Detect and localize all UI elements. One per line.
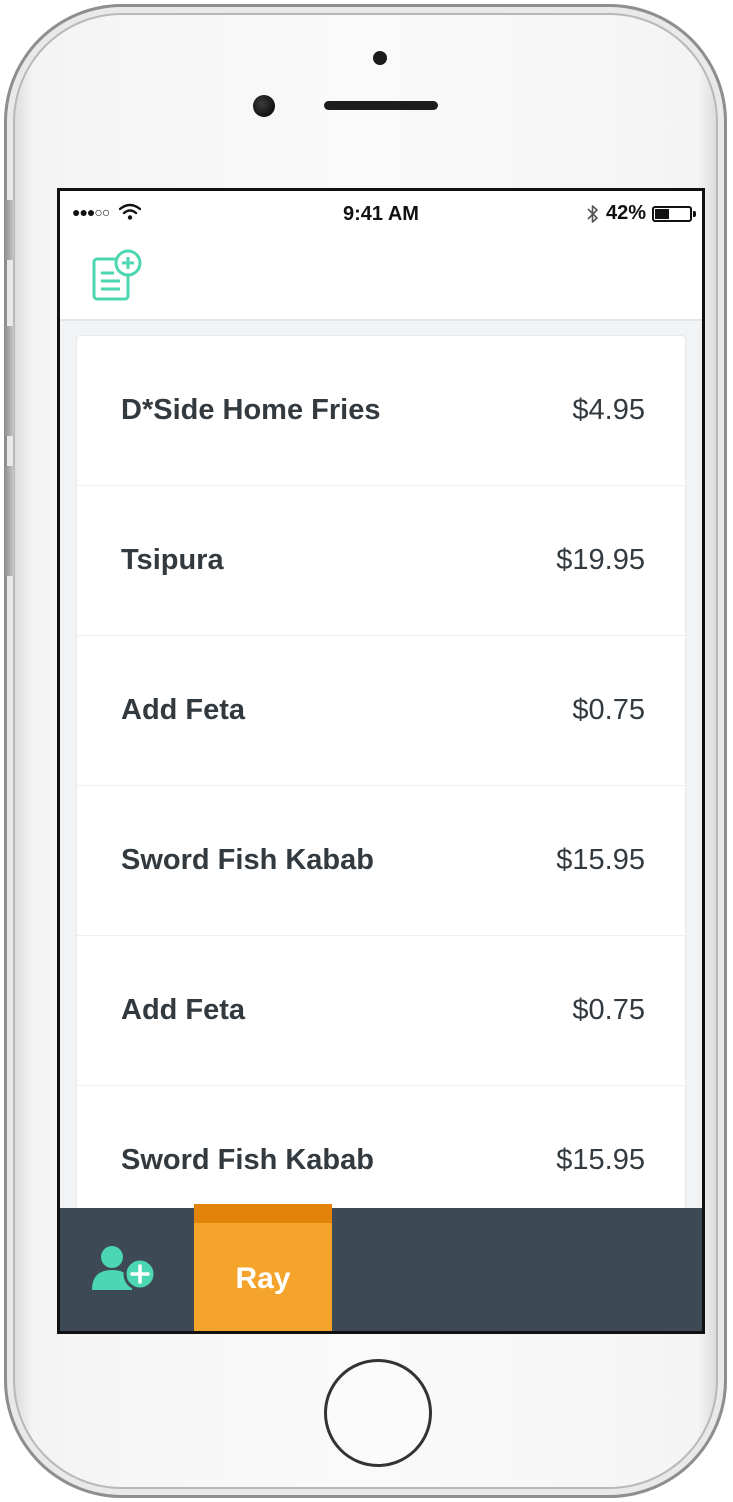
battery-percent: 42% — [605, 202, 646, 224]
list-item[interactable]: D*Side Home Fries $4.95 — [77, 336, 685, 486]
item-price: $0.75 — [572, 694, 645, 726]
user-plus-icon[interactable] — [90, 1244, 160, 1294]
earpiece-speaker — [324, 101, 438, 110]
document-plus-icon[interactable] — [90, 249, 146, 305]
item-price: $19.95 — [556, 544, 645, 576]
home-button[interactable] — [324, 1359, 432, 1467]
tab-label: Ray — [235, 1261, 291, 1295]
list-item[interactable]: Add Feta $0.75 — [77, 936, 685, 1086]
battery-level — [655, 208, 669, 219]
front-camera — [253, 95, 275, 117]
volume-down-button — [4, 466, 14, 576]
item-name: Sword Fish Kabab — [121, 844, 374, 876]
list-item[interactable]: Tsipura $19.95 — [77, 486, 685, 636]
volume-up-button — [4, 326, 14, 436]
mute-switch — [4, 200, 14, 260]
tab-ray[interactable]: Ray — [194, 1204, 332, 1331]
item-price: $4.95 — [572, 394, 645, 426]
item-name: Tsipura — [121, 544, 224, 576]
item-price: $15.95 — [556, 844, 645, 876]
item-name: Add Feta — [121, 694, 246, 726]
proximity-sensor — [373, 51, 387, 65]
status-bar: ●●●○○ 9:41 AM 42% — [60, 191, 702, 239]
bottom-tab-bar: Ray — [60, 1204, 702, 1331]
list-item[interactable]: Sword Fish Kabab $15.95 — [77, 786, 685, 936]
item-name: Sword Fish Kabab — [121, 1144, 374, 1176]
list-item[interactable]: Add Feta $0.75 — [77, 636, 685, 786]
item-name: Add Feta — [121, 994, 246, 1026]
phone-frame: ●●●○○ 9:41 AM 42% D*Side Home Fries $4.9… — [4, 4, 727, 1498]
item-price: $0.75 — [572, 994, 645, 1026]
battery-tip — [693, 210, 696, 217]
battery-icon — [652, 205, 696, 222]
nav-bar — [60, 239, 702, 321]
order-items-list: D*Side Home Fries $4.95 Tsipura $19.95 A… — [76, 335, 686, 1235]
item-price: $15.95 — [556, 1144, 645, 1176]
app-screen: ●●●○○ 9:41 AM 42% D*Side Home Fries $4.9… — [57, 188, 705, 1334]
item-name: D*Side Home Fries — [121, 394, 381, 426]
bluetooth-icon — [587, 204, 598, 223]
status-right: 42% — [586, 202, 696, 225]
